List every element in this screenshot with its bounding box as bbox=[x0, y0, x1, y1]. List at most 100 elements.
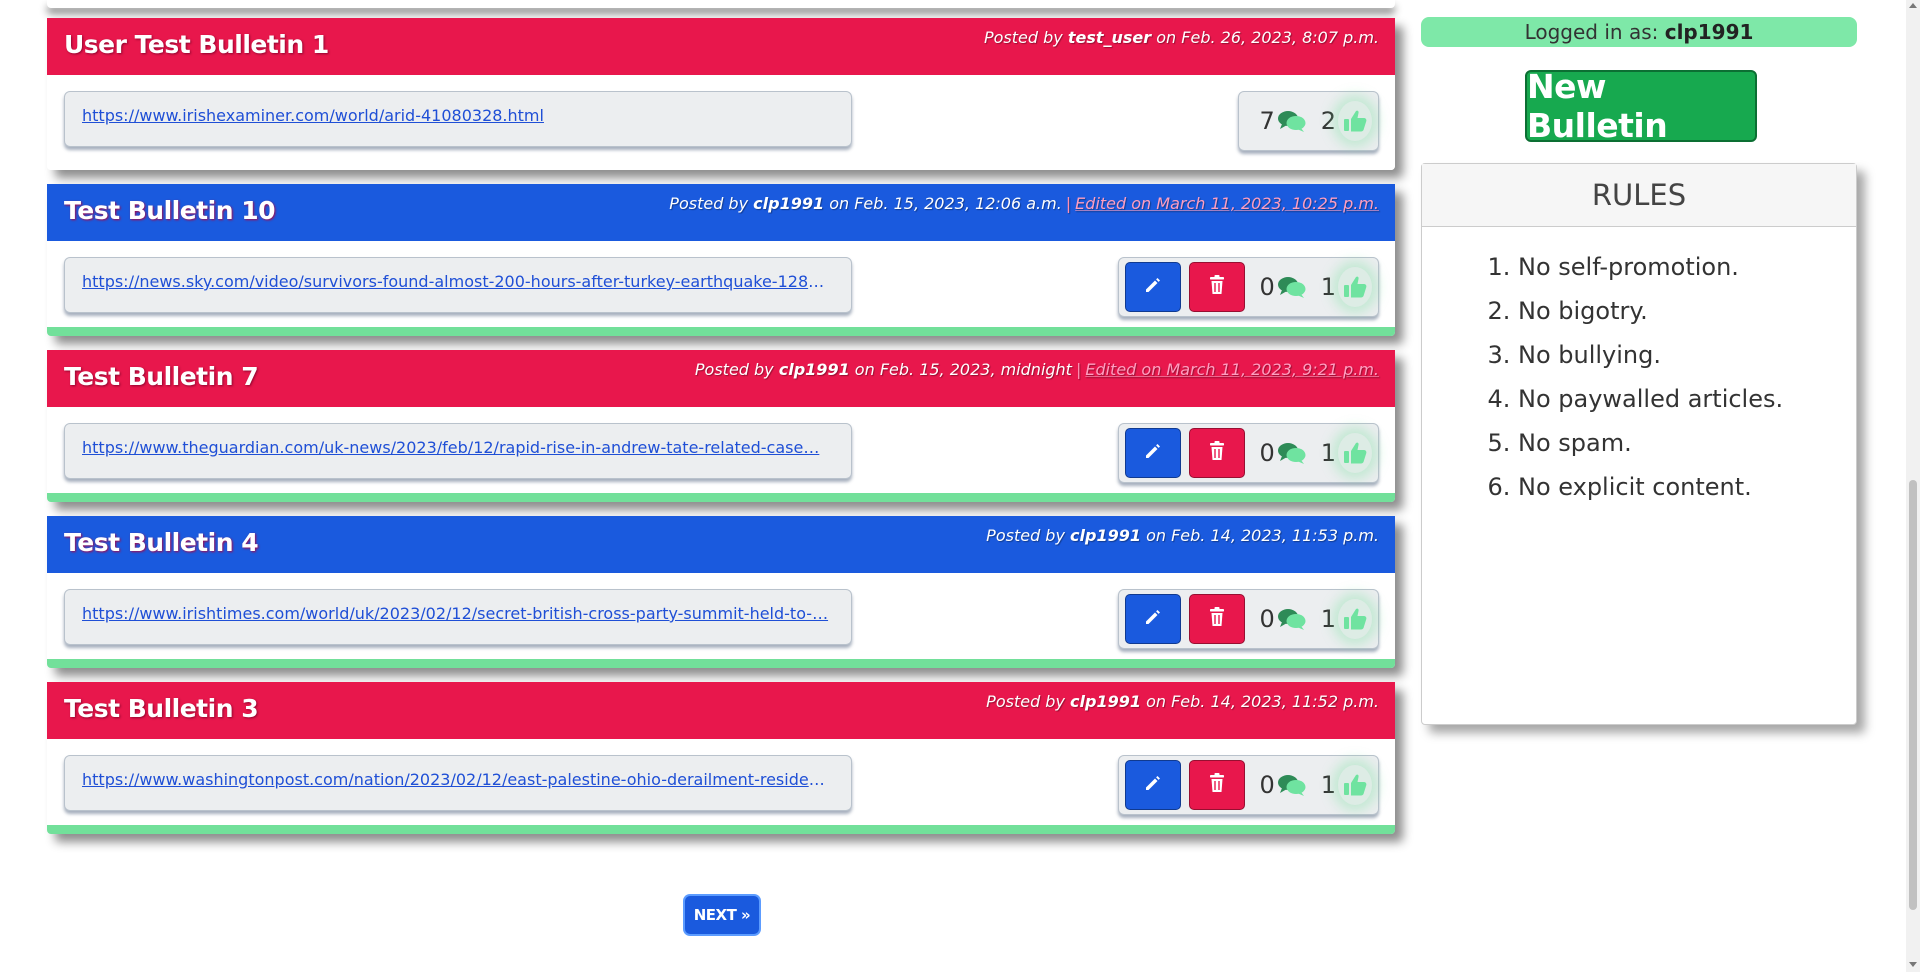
bulletin-meta: Posted by clp1991 on Feb. 15, 2023, 12:0… bbox=[669, 194, 1379, 213]
bulletin-meta: Posted by test_user on Feb. 26, 2023, 8:… bbox=[984, 28, 1379, 47]
comments-count[interactable]: 7 bbox=[1259, 107, 1306, 135]
edit-button[interactable] bbox=[1125, 594, 1182, 644]
bulletin-link[interactable]: https://www.theguardian.com/uk-news/2023… bbox=[82, 438, 834, 457]
bulletin-card: Test Bulletin 4 Posted by clp1991 on Feb.… bbox=[47, 516, 1395, 668]
comments-count[interactable]: 0 bbox=[1259, 439, 1306, 467]
trash-icon bbox=[1207, 274, 1227, 300]
posted-by-label: Posted by bbox=[986, 692, 1065, 711]
bulletin-link-box: https://www.washingtonpost.com/nation/20… bbox=[64, 755, 852, 811]
bulletin-header: User Test Bulletin 1 Posted by test_user … bbox=[47, 18, 1395, 75]
bulletin-link[interactable]: https://www.washingtonpost.com/nation/20… bbox=[82, 770, 834, 789]
bulletin-card: Test Bulletin 7 Posted by clp1991 on Feb.… bbox=[47, 350, 1395, 502]
bulletin-actions: 01 bbox=[1118, 755, 1379, 815]
likes-count[interactable]: 1 bbox=[1321, 433, 1372, 473]
bulletin-author: test_user bbox=[1067, 28, 1152, 47]
rule-item: No explicit content. bbox=[1518, 465, 1856, 509]
comments-count[interactable]: 0 bbox=[1259, 771, 1306, 799]
bulletin-list: User Test Bulletin 1 Posted by test_user … bbox=[47, 18, 1395, 834]
bulletin-title[interactable]: User Test Bulletin 1 bbox=[64, 30, 329, 59]
delete-button[interactable] bbox=[1189, 428, 1246, 478]
thumbs-up-icon[interactable] bbox=[1338, 267, 1372, 307]
bulletin-link-box: https://www.irishexaminer.com/world/arid… bbox=[64, 91, 852, 147]
bulletin-link-box: https://news.sky.com/video/survivors-fou… bbox=[64, 257, 852, 313]
bulletin-card: User Test Bulletin 1 Posted by test_user … bbox=[47, 18, 1395, 170]
new-bulletin-button[interactable]: New Bulletin bbox=[1525, 67, 1757, 145]
delete-button[interactable] bbox=[1189, 760, 1246, 810]
bulletin-edited-date: Edited on March 11, 2023, 9:21 p.m. bbox=[1085, 360, 1379, 379]
thumbs-up-icon[interactable] bbox=[1338, 433, 1372, 473]
bulletin-body: https://www.theguardian.com/uk-news/2023… bbox=[47, 407, 1395, 502]
posted-by-label: Posted by bbox=[694, 360, 774, 379]
comments-count-value: 0 bbox=[1259, 273, 1275, 301]
posted-by-label: Posted by bbox=[983, 28, 1063, 47]
comments-count[interactable]: 0 bbox=[1259, 605, 1306, 633]
bulletin-body: https://news.sky.com/video/survivors-fou… bbox=[47, 241, 1395, 336]
edit-button[interactable] bbox=[1125, 760, 1182, 810]
bulletin-link[interactable]: https://www.irishexaminer.com/world/arid… bbox=[82, 106, 834, 125]
bulletin-author: clp1991 bbox=[1070, 526, 1141, 545]
comments-count[interactable]: 0 bbox=[1259, 273, 1306, 301]
comments-icon bbox=[1277, 275, 1307, 299]
pencil-icon bbox=[1143, 773, 1163, 797]
bulletin-actions: 01 bbox=[1118, 257, 1379, 317]
bulletin-author: clp1991 bbox=[753, 194, 825, 213]
bulletin-meta: Posted by clp1991 on Feb. 14, 2023, 11:5… bbox=[986, 526, 1379, 545]
comments-count-value: 0 bbox=[1259, 605, 1275, 633]
rules-list: No self-promotion.No bigotry.No bullying… bbox=[1422, 227, 1856, 509]
bulletin-actions: 01 bbox=[1118, 589, 1379, 649]
comments-icon bbox=[1277, 607, 1307, 631]
likes-count-value: 1 bbox=[1320, 439, 1336, 467]
bulletin-date: on Feb. 15, 2023, 12:06 a.m. bbox=[829, 194, 1062, 213]
bulletin-header: Test Bulletin 10 Posted by clp1991 on Feb… bbox=[47, 184, 1395, 241]
bulletin-title[interactable]: Test Bulletin 10 bbox=[64, 196, 275, 225]
posted-by-label: Posted by bbox=[986, 526, 1065, 545]
comments-icon bbox=[1277, 441, 1307, 465]
bulletin-title[interactable]: Test Bulletin 7 bbox=[64, 362, 259, 391]
meta-separator: | bbox=[1075, 360, 1082, 379]
thumbs-up-icon[interactable] bbox=[1338, 101, 1372, 141]
likes-count-value: 2 bbox=[1320, 107, 1336, 135]
scroll-up-arrow-icon[interactable] bbox=[1909, 3, 1917, 8]
bulletin-date: on Feb. 15, 2023, midnight bbox=[854, 360, 1072, 379]
trash-icon bbox=[1207, 606, 1227, 632]
bulletin-link-box: https://www.irishtimes.com/world/uk/2023… bbox=[64, 589, 852, 645]
edit-button[interactable] bbox=[1125, 262, 1182, 312]
thumbs-up-icon[interactable] bbox=[1338, 599, 1372, 639]
likes-count[interactable]: 1 bbox=[1321, 267, 1372, 307]
logged-in-label: Logged in as: bbox=[1524, 20, 1659, 44]
bulletin-link[interactable]: https://www.irishtimes.com/world/uk/2023… bbox=[82, 604, 834, 623]
bulletin-date: on Feb. 14, 2023, 11:52 p.m. bbox=[1146, 692, 1379, 711]
comments-icon bbox=[1277, 773, 1307, 797]
rule-item: No self-promotion. bbox=[1518, 245, 1856, 289]
trash-icon bbox=[1207, 772, 1227, 798]
delete-button[interactable] bbox=[1189, 594, 1246, 644]
likes-count[interactable]: 1 bbox=[1321, 599, 1372, 639]
rules-title: RULES bbox=[1422, 164, 1856, 227]
bulletin-actions: 72 bbox=[1238, 91, 1379, 151]
likes-count[interactable]: 2 bbox=[1321, 101, 1372, 141]
thumbs-up-icon[interactable] bbox=[1338, 765, 1372, 805]
bulletin-meta: Posted by clp1991 on Feb. 14, 2023, 11:5… bbox=[986, 692, 1379, 711]
bulletin-edited-date: Edited on March 11, 2023, 10:25 p.m. bbox=[1075, 194, 1379, 213]
comments-icon bbox=[1277, 109, 1307, 133]
bulletin-date: on Feb. 26, 2023, 8:07 p.m. bbox=[1156, 28, 1379, 47]
pencil-icon bbox=[1143, 441, 1163, 465]
logged-in-username: clp1991 bbox=[1664, 20, 1754, 44]
bulletin-author: clp1991 bbox=[1070, 692, 1141, 711]
edit-button[interactable] bbox=[1125, 428, 1182, 478]
likes-count-value: 1 bbox=[1320, 273, 1336, 301]
likes-count[interactable]: 1 bbox=[1321, 765, 1372, 805]
delete-button[interactable] bbox=[1189, 262, 1246, 312]
next-page-button[interactable]: NEXT » bbox=[685, 896, 759, 934]
scrollbar-thumb[interactable] bbox=[1909, 480, 1917, 910]
bulletin-header: Test Bulletin 7 Posted by clp1991 on Feb.… bbox=[47, 350, 1395, 407]
bulletin-body: https://www.washingtonpost.com/nation/20… bbox=[47, 739, 1395, 834]
scroll-down-arrow-icon[interactable] bbox=[1909, 962, 1917, 967]
bulletin-title[interactable]: Test Bulletin 4 bbox=[64, 528, 259, 557]
previous-bulletin-edge bbox=[47, 0, 1395, 8]
rule-item: No paywalled articles. bbox=[1518, 377, 1856, 421]
rule-item: No bigotry. bbox=[1518, 289, 1856, 333]
bulletin-title[interactable]: Test Bulletin 3 bbox=[64, 694, 259, 723]
bulletin-card: Test Bulletin 3 Posted by clp1991 on Feb.… bbox=[47, 682, 1395, 834]
bulletin-link[interactable]: https://news.sky.com/video/survivors-fou… bbox=[82, 272, 834, 291]
